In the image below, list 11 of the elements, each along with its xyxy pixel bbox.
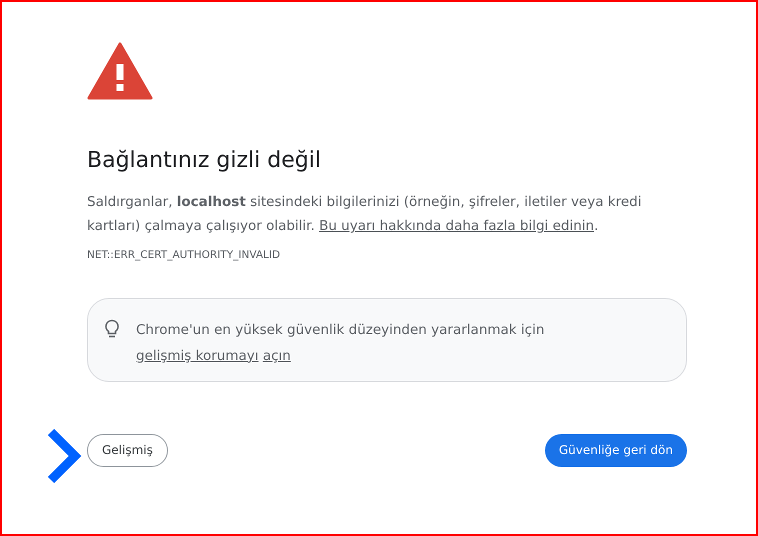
advanced-protection-link[interactable]: gelişmiş korumayı — [136, 348, 259, 364]
learn-more-link[interactable]: Bu uyarı hakkında daha fazla bilgi edinin — [319, 218, 594, 234]
advanced-button[interactable]: Gelişmiş — [87, 434, 168, 467]
description-text: Saldırganlar, localhost sitesindeki bilgilerinizi (örneğin, şifreler, iletiler veya kredi kartları) çalmaya çalışıyor olabilir. Bu uyarı hakkında daha fazla bilgi edinin. — [87, 193, 642, 236]
back-to-safety-button[interactable]: Güvenliğe geri dön — [544, 434, 687, 467]
page-heading: Bağlantınız gizli değil — [87, 147, 322, 175]
tip-text: Chrome'un en yüksek güvenlik düzeyinden yararlanmak için gelişmiş korumayı açın — [136, 320, 546, 366]
warning-icon — [87, 42, 153, 100]
error-code: NET::ERR_CERT_AUTHORITY_INVALID — [87, 248, 282, 263]
advanced-protection-link[interactable]: açın — [262, 348, 291, 364]
lightbulb-icon — [104, 318, 120, 339]
